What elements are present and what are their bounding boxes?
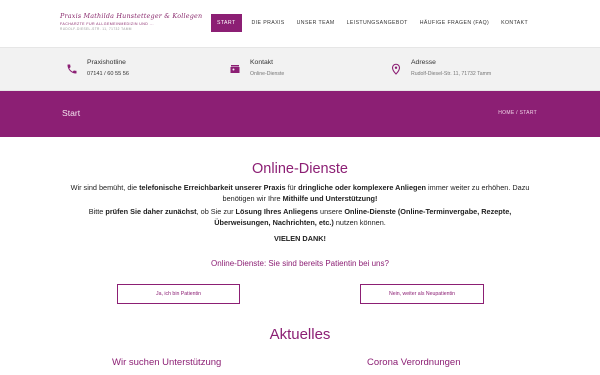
main-nav: Start Die Praxis Unser Team Leistungsang… bbox=[211, 14, 534, 32]
phone-value[interactable]: 07141 / 60 55 56 bbox=[87, 71, 129, 77]
thanks-text: VIELEN DANK! bbox=[274, 234, 326, 243]
contact-title: Kontakt bbox=[250, 59, 274, 66]
news-item-title[interactable]: Wir suchen Unterstützung bbox=[112, 357, 221, 368]
phone-title: Praxishotline bbox=[87, 59, 126, 66]
site-header: Praxis Mathilda Hunstetteger & Kollegen … bbox=[0, 0, 600, 47]
nav-item-kontakt[interactable]: Kontakt bbox=[495, 14, 534, 32]
contact-value[interactable]: Online-Dienste bbox=[250, 71, 284, 77]
breadcrumb: Home / Start bbox=[498, 110, 537, 116]
phone-icon bbox=[66, 62, 78, 74]
nav-item-die-praxis[interactable]: Die Praxis bbox=[246, 14, 291, 32]
news-item-title[interactable]: Corona Verordnungen bbox=[367, 357, 461, 368]
breadcrumb-separator: / bbox=[516, 110, 518, 116]
contact-card-icon bbox=[229, 62, 241, 74]
logo-address: RUDOLF-DIESEL-STR. 11, 71732 TAMM bbox=[60, 27, 132, 31]
page-title-band: Start Home / Start bbox=[0, 91, 600, 137]
logo-name: Praxis Mathilda Hunstetteger & Kollegen bbox=[60, 12, 203, 20]
address-title: Adresse bbox=[411, 59, 436, 66]
online-services-heading: Online-Dienste bbox=[252, 161, 348, 177]
intro-paragraph: Wir sind bemüht, die telefonische Erreic… bbox=[70, 183, 530, 203]
instruction-paragraph: Bitte prüfen Sie daher zunächst, ob Sie … bbox=[88, 207, 512, 227]
new-patient-button[interactable]: Nein, weiter als Neupatientin bbox=[360, 284, 484, 304]
map-pin-icon bbox=[390, 62, 402, 75]
nav-item-unser-team[interactable]: Unser Team bbox=[291, 14, 341, 32]
nav-item-start[interactable]: Start bbox=[211, 14, 242, 32]
page-title: Start bbox=[62, 108, 81, 118]
news-heading: Aktuelles bbox=[269, 326, 331, 343]
practice-logo[interactable]: Praxis Mathilda Hunstetteger & Kollegen … bbox=[60, 12, 203, 40]
nav-item-leistungsangebot[interactable]: Leistungsangebot bbox=[341, 14, 414, 32]
info-bar: Praxishotline 07141 / 60 55 56 Kontakt O… bbox=[0, 47, 600, 91]
existing-patient-button[interactable]: Ja, ich bin Patientin bbox=[117, 284, 240, 304]
nav-item-faq[interactable]: Häufige Fragen (FAQ) bbox=[414, 14, 495, 32]
address-value: Rudolf-Diesel-Str. 11, 71732 Tamm bbox=[411, 71, 492, 77]
logo-subtitle: FACHARZTE FUR ALLGEMEINMEDIZIN UND ... bbox=[60, 22, 154, 26]
main-content: Online-Dienste Wir sind bemüht, die tele… bbox=[0, 137, 600, 375]
breadcrumb-home[interactable]: Home bbox=[498, 110, 514, 116]
patient-question: Online-Dienste: Sie sind bereits Patient… bbox=[211, 259, 389, 268]
breadcrumb-current: Start bbox=[519, 110, 537, 116]
